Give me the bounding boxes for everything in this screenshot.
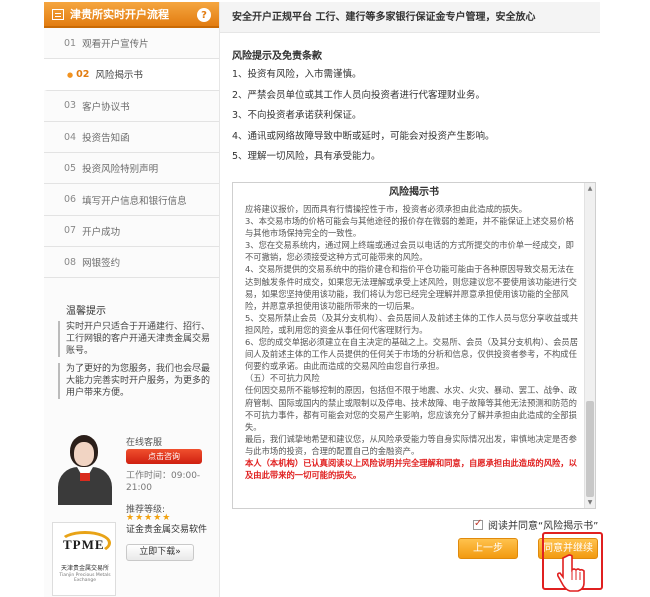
agree-checkbox[interactable]: [473, 518, 483, 530]
step-label: 投资告知函: [82, 133, 130, 145]
download-button[interactable]: 立即下载»: [126, 544, 194, 561]
sidebar-header: 津贵所实时开户流程 ?: [44, 2, 219, 28]
step-item-06[interactable]: 06 填写开户信息和银行信息: [44, 184, 219, 216]
document-paragraph: 最后，我们诚挚地希望和建议您，从风险承受能力等自身实际情况出发，审慎地决定是否参…: [245, 433, 577, 456]
step-item-04[interactable]: 04 投资告知函: [44, 121, 219, 154]
document-paragraph: 任何因交易所不能够控制的原因，包括但不限于地震、水灾、火灾、暴动、罢工、战争、政…: [245, 385, 577, 432]
step-label: 观看开户宣传片: [82, 39, 149, 51]
service-agent-avatar: [52, 433, 118, 505]
document-scrollbar[interactable]: ▲ ▼: [584, 183, 595, 508]
document-warning: 本人（本机构）已认真阅读以上风险说明并完全理解和同意，自愿承担由此造成的风险，以…: [245, 457, 577, 481]
hand-pointer-icon: [557, 554, 585, 592]
scroll-down-icon[interactable]: ▼: [585, 497, 595, 508]
step-item-05[interactable]: 05 投资风险特别声明: [44, 153, 219, 185]
main-content: 安全开户正规平台 工行、建行等多家银行保证金专户管理，安全放心 风险提示及免责条…: [220, 2, 603, 597]
step-item-01[interactable]: 01 观看开户宣传片: [44, 28, 219, 60]
software-name: 证金贵金属交易软件: [126, 525, 208, 535]
step-item-03[interactable]: 03 客户协议书: [44, 90, 219, 122]
service-hours: 工作时间：09:00-21:00: [126, 471, 201, 493]
step-label: 填写开户信息和银行信息: [82, 195, 187, 207]
risk-item: 3、不向投资者承诺获利保证。: [232, 110, 362, 121]
document-paragraph: 5、交易所禁止会员（及其分支机构）、会员居间人及前述主体的工作人员与您分享收益或…: [245, 312, 579, 335]
agree-label: 阅读并同意“风险揭示书”: [488, 521, 599, 532]
consult-button[interactable]: 点击咨询: [126, 449, 202, 464]
previous-step-button[interactable]: 上一步: [458, 538, 518, 559]
step-item-08[interactable]: 08 网银签约: [44, 247, 219, 279]
logo-cn-name: 天津贵金属交易所: [60, 565, 109, 572]
online-service: 在线客服 点击咨询 工作时间：09:00-21:00: [44, 427, 220, 509]
logo-en-name: Tianjin Precious Metals Exchange: [59, 573, 111, 583]
document-body: 应将建议报价，因而具有行情操控性于市，投资者必须承担由此造成的损失。 3、本交易…: [245, 203, 582, 507]
scroll-thumb[interactable]: [586, 401, 594, 497]
agree-checkbox-row[interactable]: 阅读并同意“风险揭示书”: [473, 517, 598, 532]
document-paragraph: 应将建议报价，因而具有行情操控性于市，投资者必须承担由此造成的损失。: [245, 204, 528, 214]
tpme-logo: TPME 天津贵金属交易所 Tianjin Precious Metals Ex…: [52, 522, 116, 596]
tip-text: 实时开户只适合于开通建行、招行、工行网银的客户开通天津贵金属交易账号。: [58, 321, 212, 357]
step-number: 04: [64, 131, 77, 143]
step-label: 风险揭示书: [95, 70, 143, 82]
tip-text: 为了更好的为您服务，我们也会尽最大能力完善实时开户服务，为更多的用户带来方便。: [58, 363, 212, 399]
step-label: 开户成功: [82, 226, 121, 238]
document-paragraph: 3、您在交易系统内，通过网上终端或通过会员以电话的方式所提交的市价单一经成交，即…: [245, 240, 574, 263]
step-number: 02: [67, 69, 89, 80]
step-number: 03: [64, 100, 77, 112]
sidebar: 津贵所实时开户流程 ? 01 观看开户宣传片 02 风险揭示书 03 客户协议书 04…: [44, 2, 220, 597]
service-label: 在线客服: [126, 438, 163, 448]
risk-disclosure-document[interactable]: 风险揭示书 应将建议报价，因而具有行情操控性于市，投资者必须承担由此造成的损失。…: [232, 182, 596, 509]
step-item-02[interactable]: 02 风险揭示书: [44, 59, 219, 91]
step-number: 05: [64, 162, 77, 174]
step-number: 08: [64, 256, 77, 268]
risk-item: 2、严禁会员单位或其工作人员向投资者进行代客理财业务。: [232, 89, 486, 101]
step-label: 投资风险特别声明: [82, 164, 159, 176]
risk-item: 1、投资有风险，入市需谨慎。: [232, 69, 362, 80]
step-number: 07: [64, 225, 77, 237]
step-number: 06: [64, 194, 77, 206]
logo-text: TPME: [63, 537, 105, 552]
tips-panel: 温馨提示 实时开户只适合于开通建行、招行、工行网银的客户开通天津贵金属交易账号。…: [44, 302, 220, 405]
step-item-07[interactable]: 07 开户成功: [44, 215, 219, 248]
banner: 安全开户正规平台 工行、建行等多家银行保证金专户管理，安全放心: [220, 2, 600, 33]
software-download: TPME 天津贵金属交易所 Tianjin Precious Metals Ex…: [44, 502, 220, 597]
risk-list: 1、投资有风险，入市需谨慎。 2、严禁会员单位或其工作人员向投资者进行代客理财业…: [232, 68, 495, 171]
document-paragraph: 4、交易所提供的交易系统中的指价建仓和指价平仓功能可能由于各种原因导致交易无法在…: [245, 264, 577, 311]
help-icon[interactable]: ?: [197, 8, 211, 22]
document-paragraph: 6、您的成交单据必须建立在自主决定的基础之上。交易所、会员（及其分支机构）、会员…: [245, 337, 579, 372]
sidebar-title: 津贵所实时开户流程: [70, 8, 169, 21]
step-number: 01: [64, 37, 77, 49]
document-paragraph: （五）不可抗力风险: [245, 373, 320, 384]
tips-title: 温馨提示: [66, 306, 106, 317]
document-title: 风险揭示书: [389, 187, 439, 198]
step-list: 01 观看开户宣传片 02 风险揭示书 03 客户协议书 04 投资告知函 05 投资风险…: [44, 28, 219, 279]
document-paragraph: 3、本交易市场的价格可能会与其他途径的报价存在微弱的差距，并不能保证上述交易价格…: [245, 216, 574, 239]
step-label: 客户协议书: [82, 101, 130, 113]
scroll-up-icon[interactable]: ▲: [585, 183, 595, 194]
notice-title: 风险提示及免责条款: [232, 51, 322, 62]
list-icon: [52, 8, 64, 20]
risk-item: 5、理解一切风险，具有承受能力。: [232, 151, 381, 162]
risk-item: 4、通讯或网络故障导致中断或延时，可能会对投资产生影响。: [232, 130, 495, 142]
step-label: 网银签约: [82, 258, 121, 270]
